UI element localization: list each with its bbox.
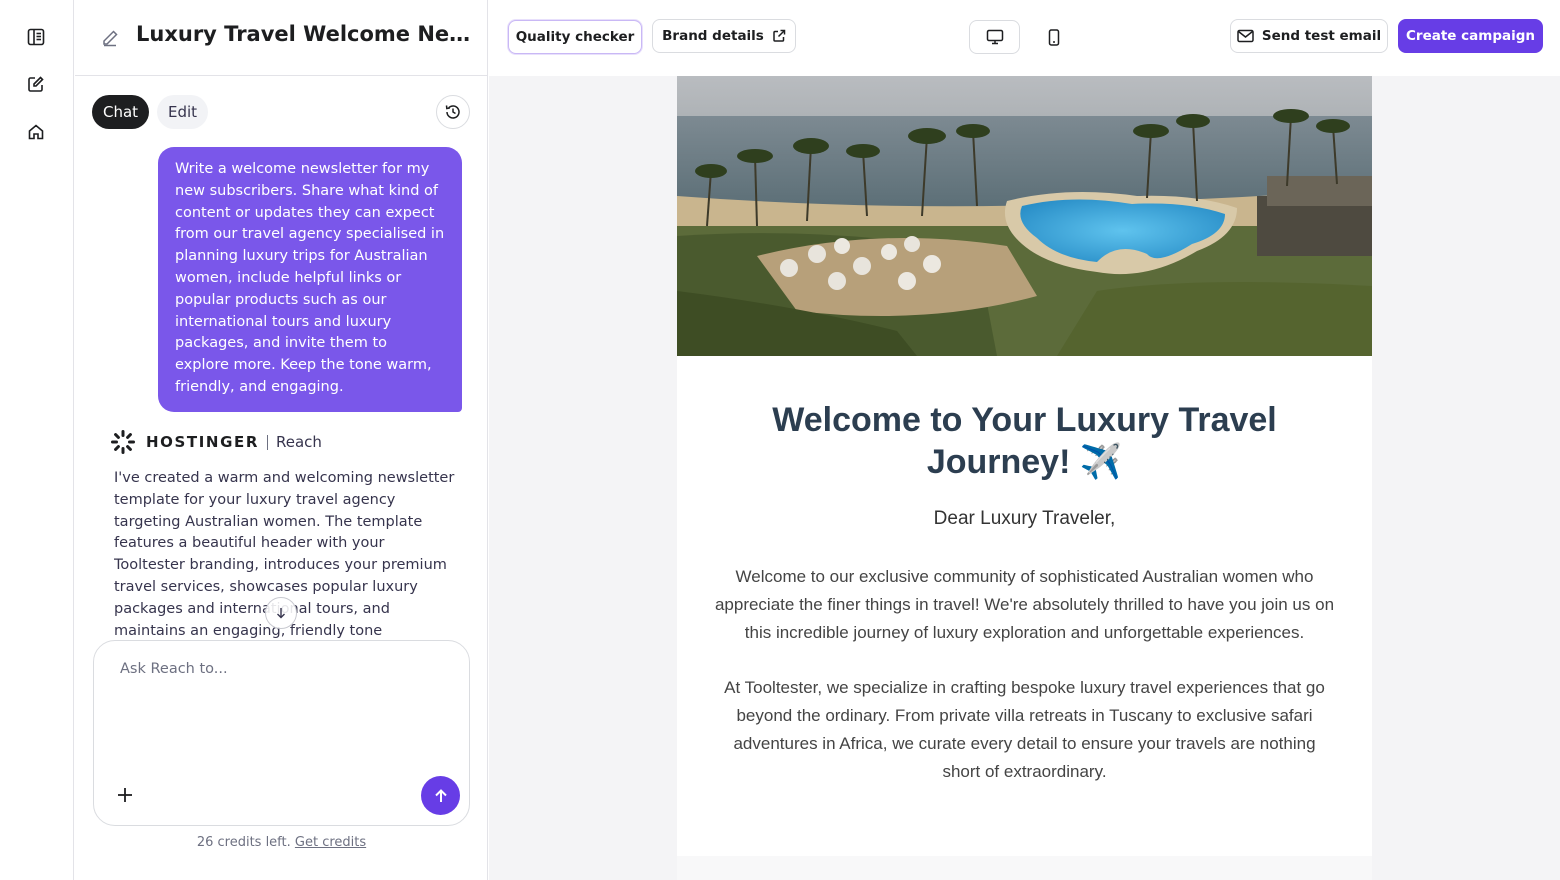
pencil-icon[interactable] xyxy=(99,27,121,49)
credits-info: 26 credits left. Get credits xyxy=(75,835,488,850)
compose-icon[interactable] xyxy=(22,70,50,98)
tab-edit[interactable]: Edit xyxy=(157,95,209,129)
plus-icon[interactable] xyxy=(114,784,136,806)
email-heading: Welcome to Your Luxury Travel Journey! ✈… xyxy=(772,401,1277,481)
create-campaign-button[interactable]: Create campaign xyxy=(1398,19,1543,53)
brand-name: HOSTINGER xyxy=(146,433,259,451)
quality-checker-button[interactable]: Quality checker xyxy=(508,20,642,54)
chat-composer xyxy=(93,640,470,826)
history-icon[interactable] xyxy=(436,95,470,129)
panel-header: Luxury Travel Welcome Newsletter xyxy=(75,0,488,76)
tab-chat[interactable]: Chat xyxy=(92,95,150,129)
desktop-icon xyxy=(986,29,1003,45)
email-greeting: Dear Luxury Traveler, xyxy=(933,508,1116,529)
create-campaign-label: Create campaign xyxy=(1406,28,1535,44)
chat-panel: Luxury Travel Welcome Newsletter Chat Ed… xyxy=(75,0,488,880)
brand-divider xyxy=(266,434,268,450)
arrow-down-icon[interactable] xyxy=(265,597,297,629)
user-message: Write a welcome newsletter for my new su… xyxy=(158,147,462,412)
desktop-view-button[interactable] xyxy=(969,20,1020,54)
email-section-divider xyxy=(677,856,1372,880)
email-canvas: Welcome to Your Luxury Travel Journey! ✈… xyxy=(677,76,1372,880)
top-toolbar: Quality checker Brand details Send test … xyxy=(489,0,1560,76)
hostinger-logo-icon xyxy=(111,430,135,454)
home-icon[interactable] xyxy=(22,118,50,146)
hero-resort-image xyxy=(677,76,1372,356)
get-credits-link[interactable]: Get credits xyxy=(295,835,366,850)
credits-text: 26 credits left. xyxy=(196,835,291,850)
send-test-email-label: Send test email xyxy=(1261,28,1382,44)
external-link-icon xyxy=(773,29,786,42)
left-rail xyxy=(0,0,74,880)
mail-icon xyxy=(1237,29,1254,43)
brand-product: Reach xyxy=(275,433,322,451)
arrow-up-icon xyxy=(434,788,447,802)
email-preview-area: Welcome to Your Luxury Travel Journey! ✈… xyxy=(489,76,1560,880)
send-button[interactable] xyxy=(421,776,460,815)
assistant-brand: HOSTINGER Reach xyxy=(110,428,322,456)
brand-details-button[interactable]: Brand details xyxy=(652,19,796,53)
mobile-icon xyxy=(1048,28,1060,46)
sidebar-toggle-icon[interactable] xyxy=(22,23,50,51)
quality-checker-label: Quality checker xyxy=(515,29,635,45)
email-paragraph: Welcome to our exclusive community of so… xyxy=(714,567,1335,642)
brand-details-label: Brand details xyxy=(662,28,764,44)
send-test-email-button[interactable]: Send test email xyxy=(1230,19,1388,53)
email-paragraph: At Tooltester, we specialize in crafting… xyxy=(724,678,1325,781)
mobile-view-button[interactable] xyxy=(1043,20,1065,54)
chat-input[interactable] xyxy=(120,661,440,771)
page-title[interactable]: Luxury Travel Welcome Newsletter xyxy=(136,22,488,46)
